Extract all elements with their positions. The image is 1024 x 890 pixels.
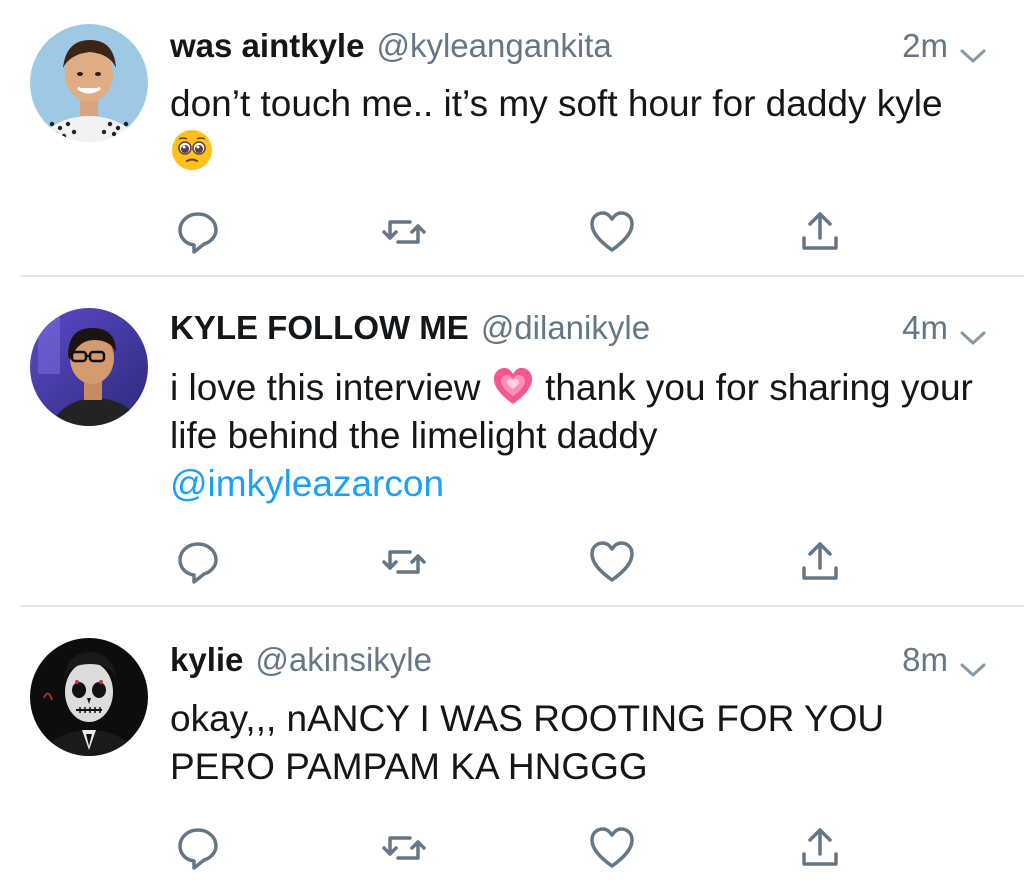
tweet[interactable]: kylie @akinsikyle 8m okay,,, nANCY I WAS…	[0, 608, 1024, 890]
timestamp: 4m	[902, 309, 948, 346]
tweet[interactable]: was aintkyle @kyleangankita 2m don’t tou…	[0, 0, 1024, 278]
like-icon[interactable]	[588, 208, 636, 256]
avatar[interactable]	[30, 24, 148, 142]
retweet-icon[interactable]	[380, 824, 428, 872]
share-icon[interactable]	[796, 824, 844, 872]
tweet-text: i love this interview thank you for shar…	[170, 364, 990, 508]
user-handle[interactable]: @dilanikyle	[481, 309, 650, 347]
reply-icon[interactable]	[174, 824, 222, 872]
reply-icon[interactable]	[174, 208, 222, 256]
user-name[interactable]: was aintkyle	[170, 27, 364, 65]
tweet-feed: was aintkyle @kyleangankita 2m don’t tou…	[0, 0, 1024, 890]
tweet[interactable]: KYLE FOLLOW ME @dilanikyle 4m i love thi…	[0, 278, 1024, 608]
like-icon[interactable]	[588, 824, 636, 872]
chevron-down-icon[interactable]	[958, 36, 988, 63]
user-name[interactable]: KYLE FOLLOW ME	[170, 309, 469, 347]
user-name[interactable]: kylie	[170, 641, 243, 679]
tweet-text-content: i love this interview	[170, 367, 481, 408]
avatar[interactable]	[30, 638, 148, 756]
tweet-text-content: don’t touch me.. it’s my soft hour for d…	[170, 83, 943, 124]
mention-link[interactable]: @imkyleazarcon	[170, 463, 444, 504]
timestamp: 2m	[902, 27, 948, 64]
pleading-face-emoji	[170, 128, 214, 172]
user-handle[interactable]: @kyleangankita	[376, 27, 611, 65]
like-icon[interactable]	[588, 538, 636, 586]
tweet-text: don’t touch me.. it’s my soft hour for d…	[170, 80, 990, 176]
tweet-text-content: okay,,, nANCY I WAS ROOTING FOR YOU PERO…	[170, 698, 885, 787]
divider	[20, 605, 1024, 607]
reply-icon[interactable]	[174, 538, 222, 586]
retweet-icon[interactable]	[380, 538, 428, 586]
user-handle[interactable]: @akinsikyle	[255, 641, 432, 679]
share-icon[interactable]	[796, 538, 844, 586]
growing-heart-emoji	[491, 364, 535, 408]
divider	[20, 275, 1024, 277]
tweet-text: okay,,, nANCY I WAS ROOTING FOR YOU PERO…	[170, 695, 990, 791]
share-icon[interactable]	[796, 208, 844, 256]
timestamp: 8m	[902, 641, 948, 678]
chevron-down-icon[interactable]	[958, 318, 988, 345]
chevron-down-icon[interactable]	[958, 650, 988, 677]
retweet-icon[interactable]	[380, 208, 428, 256]
avatar[interactable]	[30, 308, 148, 426]
